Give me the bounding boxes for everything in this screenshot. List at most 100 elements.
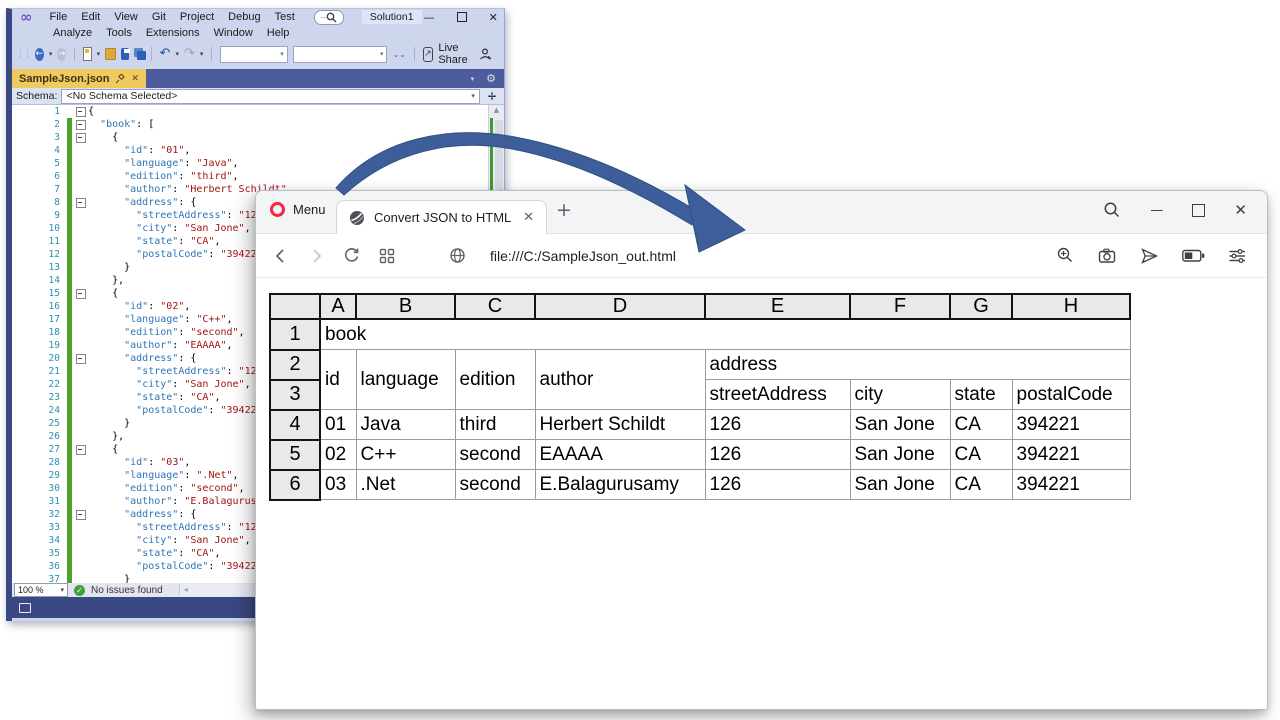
navigate-forward-button[interactable]: →: [57, 48, 66, 61]
line-number: 12: [12, 248, 67, 261]
code-line: 3 {: [12, 131, 504, 144]
vs-menu-tools[interactable]: Tools: [99, 27, 139, 39]
refresh-button[interactable]: [342, 246, 361, 265]
line-number: 27: [12, 443, 67, 456]
back-dropdown-caret-icon[interactable]: ▾: [49, 50, 53, 58]
table-row: 502C++secondEAAAA126San JoneCA394221: [270, 440, 1130, 470]
address-bar-url[interactable]: file:///C:/SampleJson_out.html: [490, 248, 676, 264]
new-file-button[interactable]: [83, 47, 92, 61]
vs-config-dropdown[interactable]: ▾: [220, 46, 288, 63]
save-button[interactable]: [121, 48, 129, 60]
scrollbar-up-arrow-icon[interactable]: ▲: [489, 106, 504, 114]
collapse-region-icon[interactable]: [76, 107, 86, 117]
code-text: "id": "01",: [88, 144, 190, 157]
vs-menu-test[interactable]: Test: [268, 11, 302, 23]
editor-zoom-dropdown[interactable]: 100 % ▾: [14, 583, 68, 597]
data-cell: second: [455, 440, 535, 470]
toolbar-options-icon[interactable]: ⌄⌄: [392, 51, 405, 58]
vs-platform-dropdown[interactable]: ▾: [293, 46, 388, 63]
line-number: 22: [12, 378, 67, 391]
back-button[interactable]: [272, 247, 290, 265]
new-file-caret-icon[interactable]: ▾: [97, 50, 101, 58]
browser-tab-active[interactable]: Convert JSON to HTML ✕: [336, 200, 547, 234]
battery-saver-icon[interactable]: [1182, 247, 1205, 264]
tab-samplejson[interactable]: SampleJson.json ✕: [12, 69, 146, 88]
vs-menu-help[interactable]: Help: [260, 27, 297, 39]
collapse-region-icon[interactable]: [76, 510, 86, 520]
redo-button[interactable]: ↷: [184, 48, 195, 60]
schema-split-icon[interactable]: ÷: [484, 89, 500, 103]
send-to-device-icon[interactable]: [1140, 247, 1159, 265]
change-tracking-bar: [67, 443, 72, 456]
browser-toolbar: file:///C:/SampleJson_out.html: [256, 234, 1267, 278]
feedback-person-icon[interactable]: [479, 48, 492, 60]
collapse-region-icon[interactable]: [76, 354, 86, 364]
tab-close-icon[interactable]: ✕: [131, 74, 139, 84]
tab-close-icon[interactable]: ✕: [523, 210, 534, 225]
change-tracking-bar: [67, 326, 72, 339]
forward-button[interactable]: [307, 247, 325, 265]
collapse-region-icon[interactable]: [76, 198, 86, 208]
browser-close-button[interactable]: ✕: [1234, 201, 1247, 219]
line-number: 10: [12, 222, 67, 235]
new-tab-button[interactable]: +: [556, 199, 572, 221]
pin-icon[interactable]: [115, 74, 125, 84]
vs-menu-edit[interactable]: Edit: [74, 11, 107, 23]
opera-menu-button[interactable]: Menu: [270, 202, 326, 217]
vs-menu-debug[interactable]: Debug: [221, 11, 267, 23]
vs-maximize-button[interactable]: [457, 12, 467, 22]
navigate-back-button[interactable]: ←: [35, 48, 44, 61]
schema-dropdown[interactable]: <No Schema Selected> ▾: [61, 89, 480, 104]
vs-menu-extensions[interactable]: Extensions: [139, 27, 207, 39]
live-share-icon[interactable]: ↗: [423, 47, 434, 62]
code-text: },: [88, 274, 124, 287]
collapse-region-icon[interactable]: [76, 120, 86, 130]
schema-value: <No Schema Selected>: [66, 90, 177, 102]
tab-list-caret-icon[interactable]: ▾: [471, 75, 475, 83]
vs-menu-window[interactable]: Window: [207, 27, 260, 39]
tabstrip-gear-icon[interactable]: ⚙: [486, 72, 496, 85]
open-file-button[interactable]: [105, 48, 116, 60]
save-all-button[interactable]: [134, 48, 143, 61]
background-tasks-icon[interactable]: [19, 603, 31, 613]
col-header: D: [535, 294, 705, 319]
data-cell: 126: [705, 440, 850, 470]
vs-document-tabstrip: SampleJson.json ✕ ▾ ⚙: [12, 69, 504, 88]
vs-menu-view[interactable]: View: [107, 11, 145, 23]
live-share-label[interactable]: Live Share: [438, 42, 474, 66]
vs-menu-analyze[interactable]: Analyze: [46, 27, 99, 39]
toolbar-grip-icon: ⋮⋮: [16, 49, 30, 59]
tab-search-icon[interactable]: [1103, 201, 1121, 219]
vs-menu-git[interactable]: Git: [145, 11, 173, 23]
vs-search-box[interactable]: –: [314, 10, 344, 25]
browser-maximize-button[interactable]: [1192, 204, 1205, 217]
fold-margin: [74, 157, 88, 170]
speed-dial-grid-icon[interactable]: [378, 247, 396, 265]
undo-button[interactable]: ↶: [160, 48, 171, 60]
change-tracking-bar: [67, 495, 72, 508]
collapse-region-icon[interactable]: [76, 133, 86, 143]
collapse-region-icon[interactable]: [76, 445, 86, 455]
vs-menu-file[interactable]: File: [43, 11, 75, 23]
change-tracking-bar: [67, 183, 72, 196]
snapshot-camera-icon[interactable]: [1098, 247, 1117, 265]
settings-tune-icon[interactable]: [1228, 247, 1247, 265]
fold-margin: [74, 547, 88, 560]
line-number: 19: [12, 339, 67, 352]
redo-caret-icon[interactable]: ▾: [200, 50, 204, 58]
vs-minimize-button[interactable]: —: [424, 11, 435, 24]
change-tracking-bar: [67, 261, 72, 274]
collapse-region-icon[interactable]: [76, 289, 86, 299]
vs-close-button[interactable]: ✕: [489, 11, 498, 24]
vs-menu-project[interactable]: Project: [173, 11, 221, 23]
code-text: "address": {: [88, 196, 196, 209]
row-number: 2: [270, 350, 320, 380]
zoom-page-icon[interactable]: [1056, 246, 1075, 265]
fold-margin: [74, 144, 88, 157]
change-tracking-bar: [67, 352, 72, 365]
browser-minimize-button[interactable]: —: [1150, 203, 1163, 218]
fold-margin: [74, 365, 88, 378]
fold-margin: [74, 521, 88, 534]
code-text: "edition": "third",: [88, 170, 239, 183]
undo-caret-icon[interactable]: ▾: [175, 50, 179, 58]
